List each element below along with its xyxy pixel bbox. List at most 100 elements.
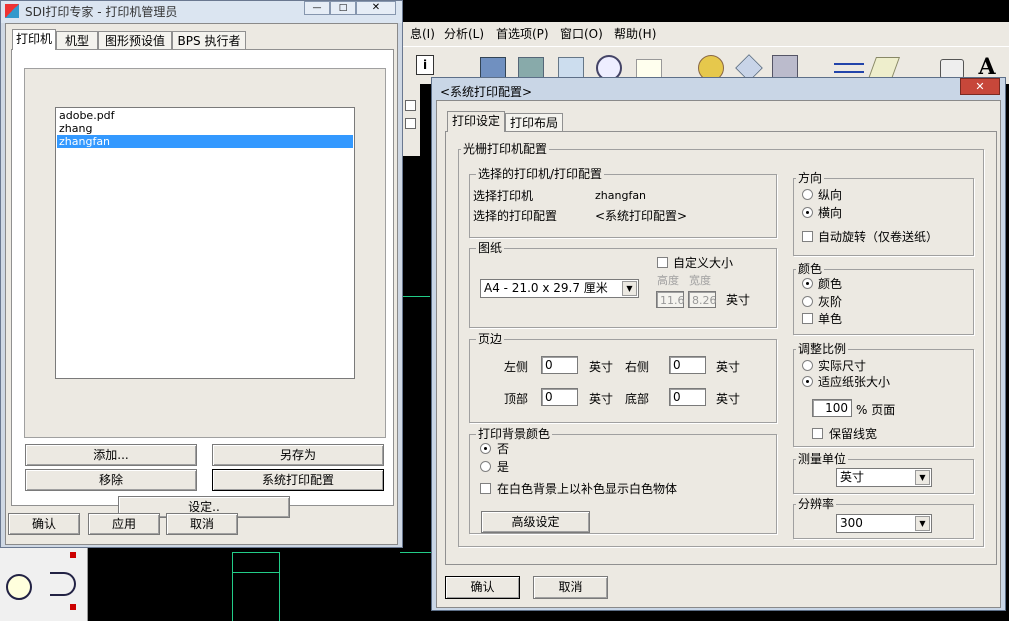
- red-marker-icon: [70, 604, 76, 610]
- menu-item-help[interactable]: 帮助(H): [614, 27, 656, 41]
- ok-button[interactable]: 确认: [445, 576, 520, 599]
- color-mono-checkbox[interactable]: [802, 313, 813, 324]
- unit-select[interactable]: 英寸 ▼: [836, 468, 932, 487]
- system-print-config-button[interactable]: 系统打印配置: [212, 469, 384, 491]
- info-icon[interactable]: i: [416, 55, 434, 75]
- margin-bottom-field[interactable]: 0: [669, 388, 706, 406]
- tab-printers[interactable]: 打印机: [12, 29, 56, 50]
- custom-size-checkbox[interactable]: [657, 257, 668, 268]
- canvas-line: [232, 572, 280, 573]
- checkbox-icon[interactable]: [405, 100, 416, 111]
- printer-list[interactable]: adobe.pdf zhang zhangfan: [55, 107, 355, 379]
- apply-button[interactable]: 应用: [88, 513, 160, 535]
- margin-left-unit: 英寸: [589, 360, 614, 374]
- margin-right-unit: 英寸: [716, 360, 741, 374]
- curve-tool-icon[interactable]: [50, 572, 76, 596]
- list-item[interactable]: zhang: [57, 122, 353, 135]
- dpi-group: 分辨率 300 ▼: [793, 497, 974, 539]
- width-label: 宽度: [689, 274, 711, 287]
- chevron-down-icon[interactable]: ▼: [915, 516, 930, 531]
- remove-button[interactable]: 移除: [25, 469, 197, 491]
- bg-no-radio[interactable]: [480, 443, 491, 454]
- menu-item-info[interactable]: 息(I): [410, 27, 435, 41]
- ok-button[interactable]: 确认: [8, 513, 80, 535]
- chevron-down-icon[interactable]: ▼: [622, 281, 637, 296]
- portrait-label: 纵向: [818, 188, 843, 202]
- cad-side-strip: [400, 84, 420, 156]
- unit-value: 英寸: [840, 470, 865, 484]
- fit-paper-radio[interactable]: [802, 376, 813, 387]
- color-gray-radio[interactable]: [802, 296, 813, 307]
- margin-top-label: 顶部: [504, 392, 529, 406]
- config-body: 打印设定 打印布局 光栅打印机配置 选择的打印机/打印配置 选择打印机 zhan…: [436, 100, 1001, 608]
- menu-item-window[interactable]: 窗口(O): [560, 27, 603, 41]
- tab-panel: 光栅打印机配置 选择的打印机/打印配置 选择打印机 zhangfan 选择的打印…: [445, 131, 997, 565]
- list-item[interactable]: adobe.pdf: [57, 109, 353, 122]
- tab-print-layout[interactable]: 打印布局: [505, 113, 563, 132]
- minimize-button[interactable]: —: [304, 1, 330, 15]
- cancel-button[interactable]: 取消: [533, 576, 608, 599]
- chevron-down-icon[interactable]: ▼: [915, 470, 930, 485]
- app-logo-icon: [5, 4, 19, 18]
- tab-bps[interactable]: BPS 执行者: [172, 31, 246, 50]
- close-button[interactable]: ✕: [356, 1, 396, 15]
- tab-graphic-presets[interactable]: 图形预设值: [98, 31, 172, 50]
- scale-percent-field[interactable]: 100: [812, 399, 852, 417]
- dpi-value: 300: [840, 516, 863, 530]
- custom-size-label: 自定义大小: [673, 256, 734, 270]
- add-button[interactable]: 添加...: [25, 444, 197, 466]
- maximize-button[interactable]: □: [330, 1, 356, 15]
- height-label: 高度: [657, 274, 679, 287]
- height-field[interactable]: 11.6: [656, 291, 685, 308]
- auto-rotate-checkbox[interactable]: [802, 231, 813, 242]
- white-complement-label: 在白色背景上以补色显示白色物体: [497, 482, 678, 496]
- menu-item-preferences[interactable]: 首选项(P): [496, 27, 549, 41]
- config-dialog: <系统打印配置> ✕ 打印设定 打印布局 光栅打印机配置 选择的打印机/打印配置…: [431, 77, 1006, 611]
- margins-group: 页边 左侧 0 英寸 右侧 0 英寸 顶部 0 英寸 底部 0 英寸: [469, 332, 777, 423]
- manager-window: SDI打印专家 - 打印机管理员 — □ ✕ 打印机 机型 图形预设值 BPS …: [0, 0, 403, 548]
- scale-group: 调整比例 实际尺寸 适应纸张大小 100 % 页面 保留线宽: [793, 342, 974, 447]
- save-as-button[interactable]: 另存为: [212, 444, 384, 466]
- advanced-settings-button[interactable]: 高级设定: [481, 511, 590, 533]
- menu-item-analysis[interactable]: 分析(L): [444, 27, 484, 41]
- list-item-selected[interactable]: zhangfan: [57, 135, 353, 148]
- color-group-title: 颜色: [796, 262, 825, 276]
- tab-print-settings[interactable]: 打印设定: [447, 111, 505, 132]
- auto-rotate-label: 自动旋转（仅卷送纸）: [818, 230, 939, 244]
- portrait-radio[interactable]: [802, 189, 813, 200]
- manager-body: 打印机 机型 图形预设值 BPS 执行者 adobe.pdf zhang zha…: [5, 23, 398, 545]
- measure-icon[interactable]: [834, 63, 864, 73]
- margin-bottom-unit: 英寸: [716, 392, 741, 406]
- paper-inch-label: 英寸: [726, 293, 751, 307]
- manager-titlebar: SDI打印专家 - 打印机管理员 — □ ✕: [1, 1, 402, 23]
- scale-group-title: 调整比例: [796, 342, 849, 356]
- canvas-fragment: [0, 548, 280, 621]
- actual-size-radio[interactable]: [802, 360, 813, 371]
- camera-icon[interactable]: [940, 59, 964, 79]
- side-palette: [0, 548, 88, 621]
- bg-yes-radio[interactable]: [480, 461, 491, 472]
- tab-models[interactable]: 机型: [56, 31, 98, 50]
- cancel-button[interactable]: 取消: [166, 513, 238, 535]
- landscape-radio[interactable]: [802, 207, 813, 218]
- canvas-line: [400, 552, 432, 553]
- margin-right-field[interactable]: 0: [669, 356, 706, 374]
- width-field[interactable]: 8.26: [688, 291, 717, 308]
- tab-panel: adobe.pdf zhang zhangfan 添加... 另存为 移除 系统…: [11, 49, 394, 518]
- margin-top-field[interactable]: 0: [541, 388, 578, 406]
- ruler-icon[interactable]: [867, 57, 901, 79]
- keep-linewidth-label: 保留线宽: [829, 427, 878, 441]
- checkbox-icon[interactable]: [405, 118, 416, 129]
- keep-linewidth-checkbox[interactable]: [812, 428, 823, 439]
- bg-color-group-title: 打印背景颜色: [476, 427, 553, 441]
- landscape-label: 横向: [818, 206, 843, 220]
- selected-printer-group: 选择的打印机/打印配置 选择打印机 zhangfan 选择的打印配置 <系统打印…: [469, 167, 777, 238]
- arc-tool-icon[interactable]: [6, 574, 32, 600]
- color-color-radio[interactable]: [802, 278, 813, 289]
- margin-left-field[interactable]: 0: [541, 356, 578, 374]
- close-button[interactable]: ✕: [960, 78, 1000, 95]
- dpi-select[interactable]: 300 ▼: [836, 514, 932, 533]
- paper-size-select[interactable]: A4 - 21.0 x 29.7 厘米 ▼: [480, 279, 639, 298]
- scale-unit-label: % 页面: [856, 403, 896, 417]
- white-complement-checkbox[interactable]: [480, 483, 491, 494]
